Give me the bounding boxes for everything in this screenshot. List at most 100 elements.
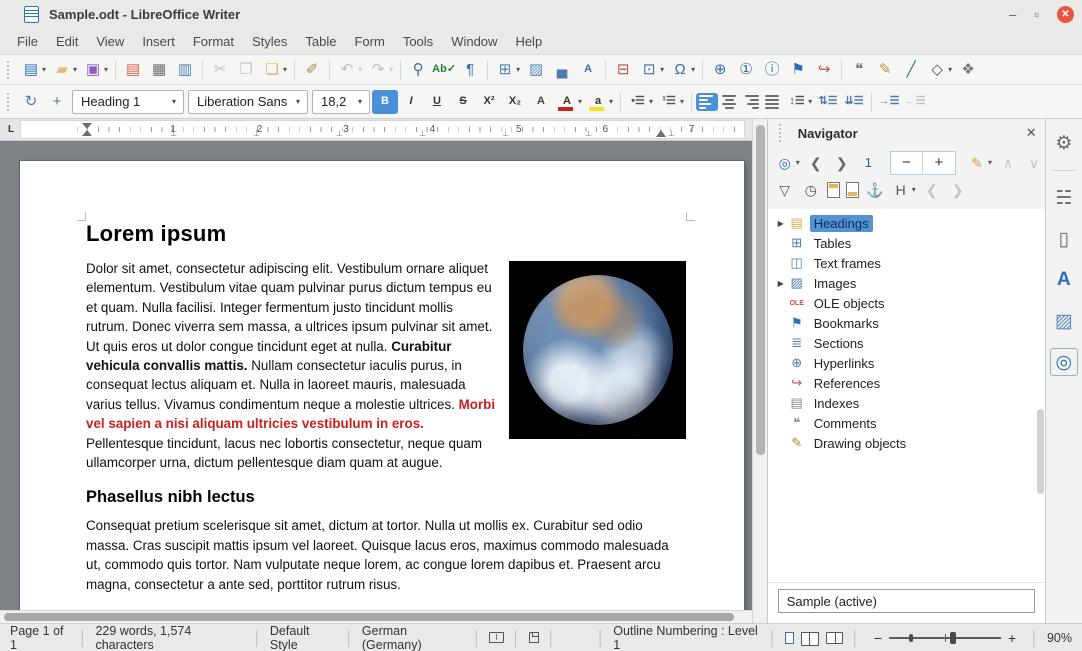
save-dropdown[interactable]: ▾ — [104, 65, 108, 74]
undo-dropdown[interactable]: ▾ — [358, 65, 362, 74]
navigator-item-tables[interactable]: ⊞Tables — [768, 233, 1045, 253]
heading-levels-dropdown[interactable]: ▾ — [912, 185, 916, 194]
line-spacing-button[interactable]: ↕☰▾ — [784, 90, 815, 114]
menu-view[interactable]: View — [87, 31, 133, 52]
selection-mode-icon[interactable]: I — [489, 632, 503, 643]
paragraph-style-combo-dropdown[interactable]: ▾ — [169, 97, 179, 106]
header-toggle-button[interactable] — [824, 180, 843, 200]
insert-bookmark-button[interactable]: ⚑ — [785, 58, 811, 82]
insert-footnote-button[interactable]: ① — [733, 58, 759, 82]
numbered-list-button[interactable]: ¹☰▾ — [656, 90, 687, 114]
increase-paragraph-spacing-button[interactable]: ⇅☰ — [815, 90, 841, 114]
menu-insert[interactable]: Insert — [133, 31, 184, 52]
zoom-slider[interactable] — [889, 637, 1001, 639]
open-button[interactable]: ▰▾ — [49, 58, 80, 82]
zoom-in-button[interactable]: + — [1008, 630, 1016, 646]
horizontal-scrollbar-thumb[interactable] — [4, 613, 734, 621]
status-page-number[interactable]: Page 1 of 1 — [10, 624, 71, 651]
menu-format[interactable]: Format — [184, 31, 243, 52]
insert-page-break-button[interactable]: ⊟ — [610, 58, 636, 82]
tab-selector-icon[interactable]: L — [8, 124, 14, 135]
left-indent-marker[interactable] — [82, 130, 92, 136]
zoom-out-button[interactable]: − — [874, 630, 882, 646]
zoom-slider-thumb[interactable] — [950, 632, 956, 644]
vertical-scrollbar-thumb[interactable] — [756, 125, 765, 455]
anchor-text-toggle-button[interactable]: ⚓ — [862, 178, 888, 202]
sidebar-tab-navigator[interactable]: ◎ — [1050, 348, 1078, 376]
navigator-item-sections[interactable]: ≣Sections — [768, 333, 1045, 353]
new-document-dropdown[interactable]: ▾ — [42, 65, 46, 74]
status-word-count[interactable]: 229 words, 1,574 characters — [95, 624, 245, 651]
insert-field-button[interactable]: ⊡▾ — [636, 58, 667, 82]
close-button[interactable]: ✕ — [1057, 6, 1074, 23]
toolbar-grip[interactable] — [7, 93, 12, 111]
highlight-color-dropdown[interactable]: ▾ — [609, 97, 613, 106]
menu-tools[interactable]: Tools — [394, 31, 442, 52]
print-button[interactable]: ▦ — [146, 58, 172, 82]
font-name-combo[interactable]: Liberation Sans▾ — [188, 90, 308, 114]
font-size-combo-dropdown[interactable]: ▾ — [355, 97, 365, 106]
clear-formatting-button[interactable]: A — [528, 90, 554, 114]
navigate-by-dropdown[interactable]: ▾ — [796, 158, 800, 167]
heading-levels-button[interactable]: H▾ — [888, 178, 919, 202]
redo-dropdown[interactable]: ▾ — [389, 65, 393, 74]
drag-mode-dropdown[interactable]: ▾ — [988, 158, 992, 167]
insert-special-character-dropdown[interactable]: ▾ — [691, 65, 695, 74]
document-page[interactable]: Lorem ipsum Dolor sit amet, consectetur … — [20, 161, 744, 623]
menu-table[interactable]: Table — [296, 31, 345, 52]
previous-button[interactable]: ❮ — [803, 151, 829, 175]
earth-image[interactable] — [509, 261, 686, 439]
navigator-item-hyperlinks[interactable]: ⊕Hyperlinks — [768, 353, 1045, 373]
decrease-paragraph-spacing-button[interactable]: ⇊☰ — [841, 90, 867, 114]
numbered-list-dropdown[interactable]: ▾ — [680, 97, 684, 106]
save-button[interactable]: ▣▾ — [80, 58, 111, 82]
vertical-scrollbar[interactable] — [752, 119, 767, 623]
book-view-icon[interactable] — [826, 632, 843, 644]
status-language[interactable]: German (Germany) — [362, 624, 465, 651]
insert-comment-button[interactable]: ❝ — [846, 58, 872, 82]
filter-button[interactable]: ▽ — [772, 178, 798, 202]
navigator-item-bookmarks[interactable]: ⚑Bookmarks — [768, 313, 1045, 333]
underline-button[interactable]: U — [424, 90, 450, 114]
paragraph-style-combo[interactable]: Heading 1▾ — [72, 90, 184, 114]
navigate-by-button[interactable]: ◎▾ — [772, 151, 803, 175]
basic-shapes-dropdown[interactable]: ▾ — [948, 65, 952, 74]
navigator-item-comments[interactable]: ❝Comments — [768, 413, 1045, 433]
insert-chart-button[interactable]: ▄ — [549, 58, 575, 82]
align-justify-button[interactable] — [762, 93, 784, 111]
basic-shapes-button[interactable]: ◇▾ — [924, 58, 955, 82]
navigator-item-text-frames[interactable]: ◫Text frames — [768, 253, 1045, 273]
document-heading1[interactable]: Lorem ipsum — [86, 221, 686, 247]
paste-dropdown[interactable]: ▾ — [283, 65, 287, 74]
insert-table-dropdown[interactable]: ▾ — [516, 65, 520, 74]
zoom-percentage[interactable]: 90% — [1047, 631, 1072, 645]
navigator-item-ole-objects[interactable]: OLEOLE objects — [768, 293, 1045, 313]
expander-icon[interactable]: ▶ — [774, 279, 788, 288]
navigator-item-headings[interactable]: ▶▤Headings — [768, 213, 1045, 233]
align-right-button[interactable] — [740, 93, 762, 111]
document-paragraph-1[interactable]: Dolor sit amet, consectetur adipiscing e… — [86, 259, 686, 472]
right-indent-marker[interactable] — [656, 130, 666, 137]
spelling-button[interactable]: Ab✓ — [431, 58, 457, 82]
page-spin-plus[interactable]: + — [923, 152, 955, 174]
open-dropdown[interactable]: ▾ — [73, 65, 77, 74]
single-page-view-icon[interactable] — [785, 632, 794, 644]
maximize-button[interactable]: ▫ — [1034, 8, 1039, 21]
insert-table-button[interactable]: ⊞▾ — [492, 58, 523, 82]
line-spacing-dropdown[interactable]: ▾ — [808, 97, 812, 106]
menu-window[interactable]: Window — [442, 31, 506, 52]
sidebar-tab-styles[interactable]: A — [1050, 266, 1078, 294]
increase-indent-button[interactable]: →☰ — [876, 90, 902, 114]
toolbar-grip[interactable] — [7, 61, 12, 79]
document-heading2[interactable]: Phasellus nibh lectus — [86, 488, 686, 507]
font-size-combo[interactable]: 18,2▾ — [312, 90, 370, 114]
align-center-button[interactable] — [718, 93, 740, 111]
insert-special-character-button[interactable]: Ω▾ — [667, 58, 698, 82]
formatting-marks-button[interactable]: ¶ — [457, 58, 483, 82]
track-changes-button[interactable]: ✎ — [872, 58, 898, 82]
expander-icon[interactable]: ▶ — [774, 219, 788, 228]
footer-toggle-button[interactable] — [843, 180, 862, 200]
highlight-color-button[interactable]: a▾ — [585, 90, 616, 114]
next-button[interactable]: ❯ — [829, 151, 855, 175]
sidebar-tab-settings[interactable]: ⚙ — [1050, 129, 1078, 157]
